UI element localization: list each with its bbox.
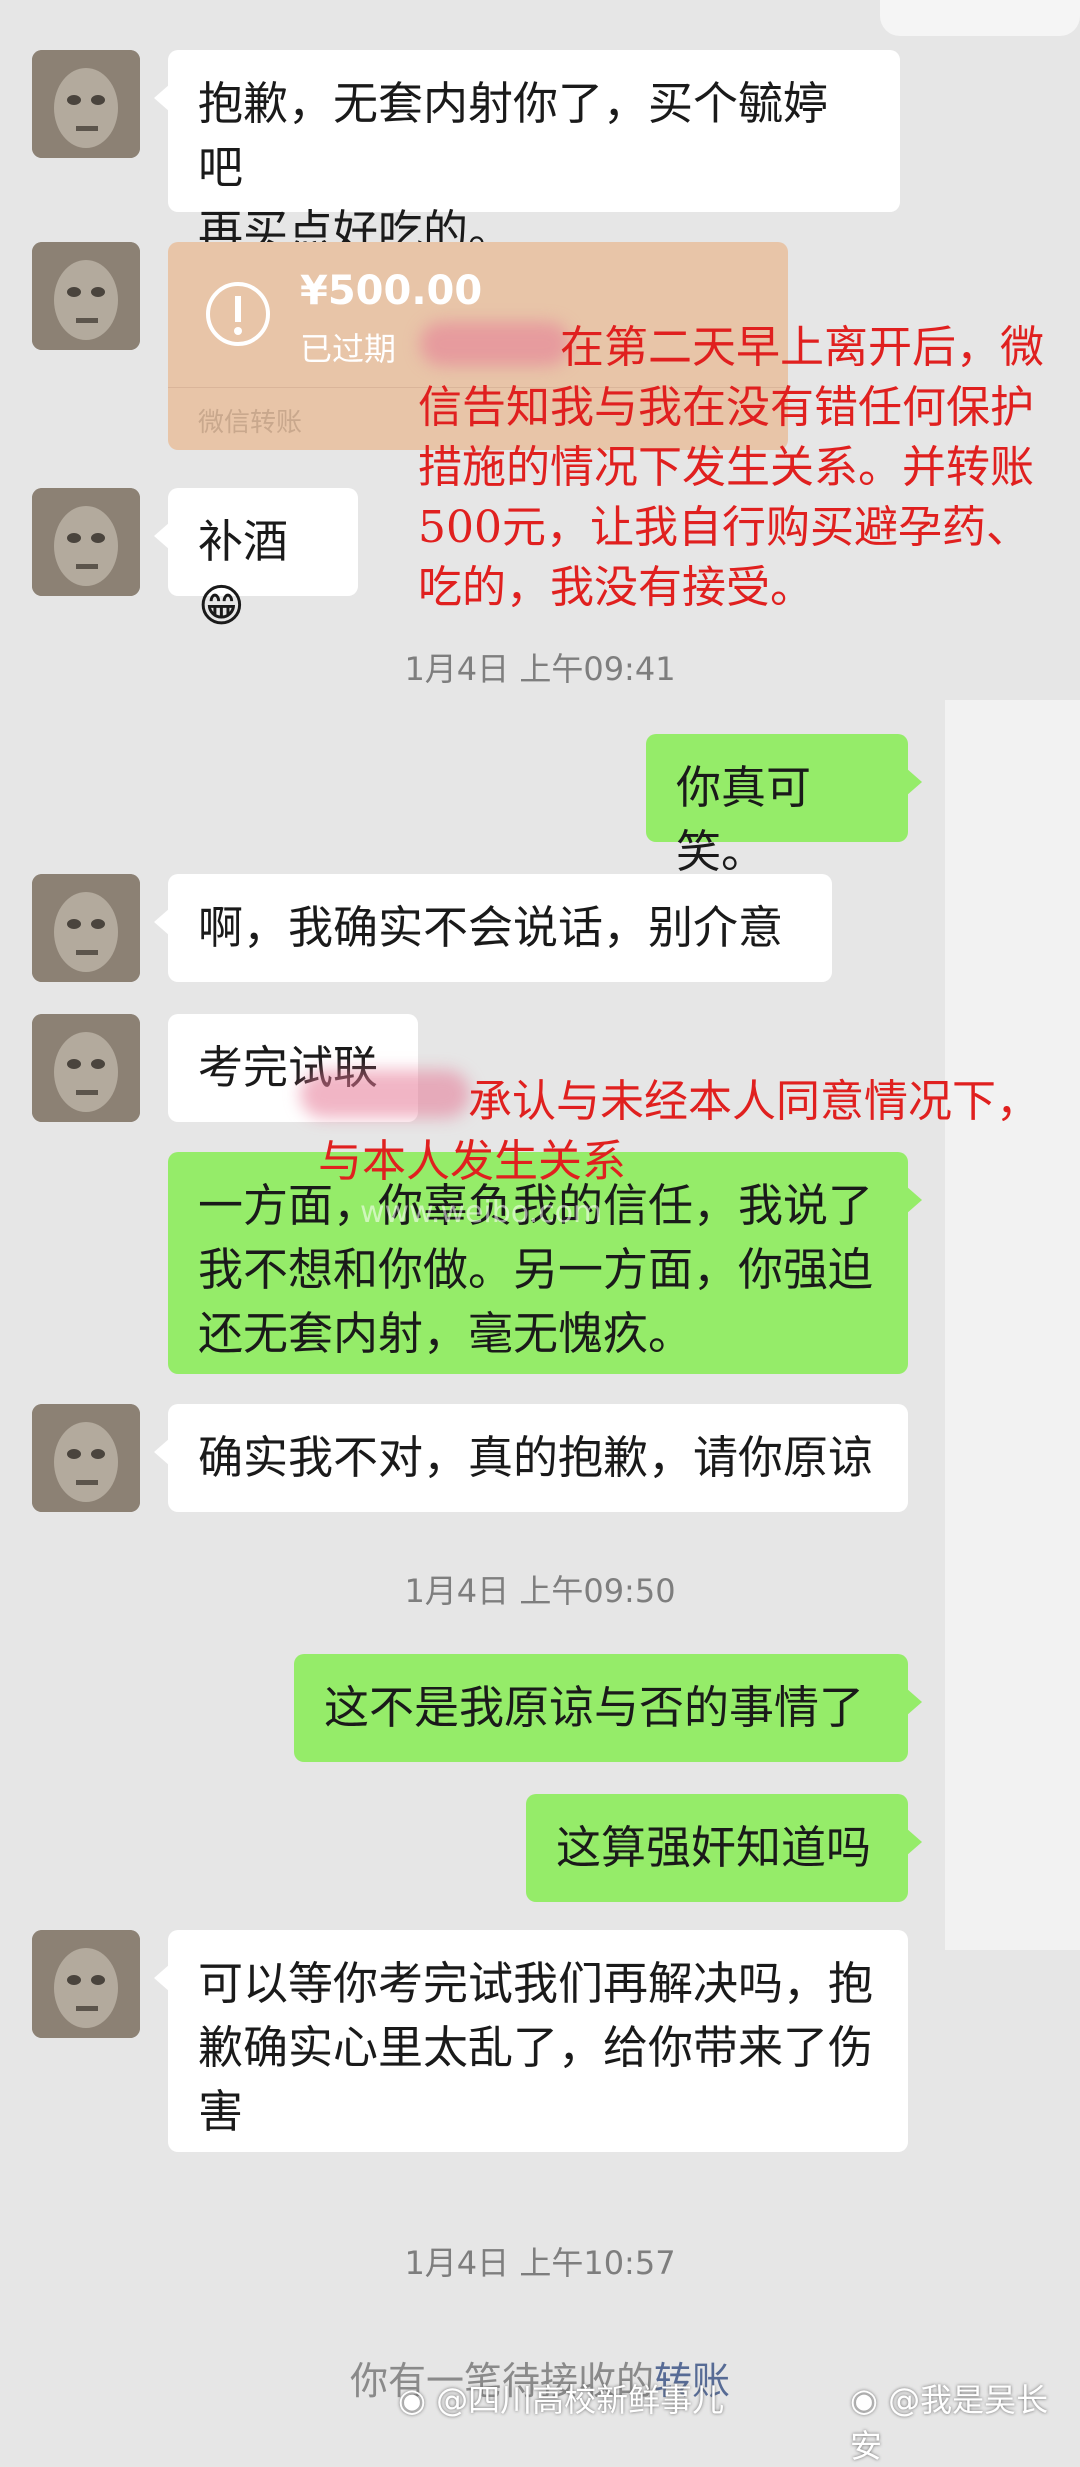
annotation-line: 承认与未经本人同意情况下，: [468, 1076, 1040, 1127]
message-text: 啊，我确实不会说话，别介意: [198, 901, 784, 954]
watermark-center: www.weibo.com: [360, 1195, 603, 1230]
message-bubble-incoming[interactable]: 可以等你考完试我们再解决吗，抱 歉确实心里太乱了，给你带来了伤 害: [154, 1930, 908, 2152]
annotation-line: 措施的情况下发生关系。并转账: [418, 442, 1034, 493]
message-text: 可以等你考完试我们再解决吗，抱: [198, 1957, 874, 2010]
watermark-left-text: @四川高校新鲜事儿: [436, 2381, 725, 2419]
transfer-amount: ¥500.00: [300, 268, 483, 314]
annotation-line: 500元，让我自行购买避孕药、: [418, 502, 1030, 553]
weibo-watermark-left: ◉ @四川高校新鲜事儿: [398, 2375, 724, 2421]
red-annotation: 承认与未经本人同意情况下， 与本人发生关系: [318, 1072, 1078, 1192]
red-annotation: 在第二天早上离开后，微 信告知我与我在没有错任何保护 措施的情况下发生关系。并转…: [418, 318, 1080, 618]
message-text: 这不是我原谅与否的事情了: [324, 1681, 865, 1734]
grin-emoji-icon: 😁: [198, 579, 245, 632]
message-text: 我不想和你做。另一方面，你强迫: [198, 1243, 874, 1296]
avatar[interactable]: [32, 1404, 140, 1512]
message-bubble-incoming[interactable]: 补酒 😁: [154, 488, 358, 632]
avatar[interactable]: [32, 1930, 140, 2038]
timestamp: 1月4日 上午09:41: [404, 650, 676, 688]
message-text: 你真可笑。: [676, 761, 812, 878]
message-text: 这算强奸知道吗: [556, 1821, 872, 1874]
timestamp: 1月4日 上午09:50: [404, 1572, 676, 1610]
message-bubble-outgoing[interactable]: 你真可笑。: [646, 734, 922, 878]
message-bubble-outgoing[interactable]: 这算强奸知道吗: [526, 1794, 922, 1902]
message-bubble-incoming[interactable]: 啊，我确实不会说话，别介意: [154, 874, 832, 982]
top-partial-button: [880, 0, 1080, 36]
message-bubble-incoming[interactable]: 抱歉，无套内射你了，买个毓婷吧 再买点好吃的。: [154, 50, 900, 258]
annotation-line: 信告知我与我在没有错任何保护: [418, 382, 1034, 433]
annotation-line: 在第二天早上离开后，微: [560, 322, 1044, 373]
avatar[interactable]: [32, 242, 140, 350]
avatar[interactable]: [32, 50, 140, 158]
message-text: 补酒: [198, 515, 289, 568]
message-bubble-outgoing[interactable]: 这不是我原谅与否的事情了: [294, 1654, 922, 1762]
message-text: 歉确实心里太乱了，给你带来了伤: [198, 2021, 874, 2074]
transfer-status: 已过期: [300, 330, 397, 368]
transfer-footer-label: 微信转账: [198, 408, 303, 438]
avatar[interactable]: [32, 488, 140, 596]
message-text: 还无套内射，毫无愧疚。: [198, 1307, 694, 1360]
annotation-line: 与本人发生关系: [318, 1136, 626, 1187]
eye-icon: ◉: [850, 2381, 889, 2419]
avatar[interactable]: [32, 1014, 140, 1122]
message-bubble-incoming[interactable]: 确实我不对，真的抱歉，请你原谅: [154, 1404, 908, 1512]
alert-icon: [204, 280, 272, 348]
weibo-watermark-right: ◉ @我是吴长安: [850, 2375, 1080, 2467]
timestamp: 1月4日 上午10:57: [404, 2244, 676, 2282]
eye-icon: ◉: [398, 2381, 437, 2419]
annotation-line: 吃的，我没有接受。: [418, 562, 814, 613]
message-text: 害: [198, 2085, 244, 2138]
message-text: 抱歉，无套内射你了，买个毓婷吧: [198, 77, 829, 194]
avatar[interactable]: [32, 874, 140, 982]
overlay-panel: [945, 700, 1080, 1950]
message-text: 确实我不对，真的抱歉，请你原谅: [198, 1431, 874, 1484]
